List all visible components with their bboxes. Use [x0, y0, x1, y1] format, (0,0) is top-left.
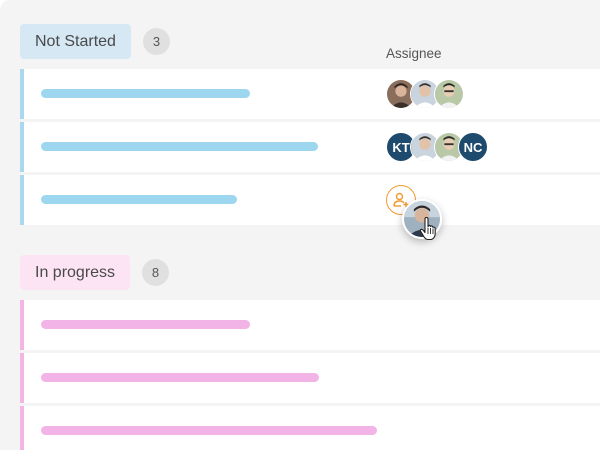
group-label[interactable]: In progress — [20, 255, 131, 290]
task-name-placeholder — [41, 320, 250, 329]
group-label[interactable]: Not Started — [20, 24, 131, 59]
task-row[interactable] — [20, 69, 600, 119]
task-name-placeholder — [41, 142, 318, 151]
group-color-stripe — [20, 69, 24, 119]
group-color-stripe — [20, 406, 24, 450]
task-name-placeholder — [41, 373, 319, 382]
task-row[interactable] — [20, 300, 600, 350]
group-count-badge: 3 — [142, 28, 170, 55]
group-color-stripe — [20, 353, 24, 403]
avatar[interactable] — [434, 79, 464, 109]
group-header-not-started: Not Started 3 — [20, 24, 170, 59]
task-row[interactable]: KT NC — [20, 122, 600, 172]
task-row[interactable] — [20, 406, 600, 450]
group-color-stripe — [20, 300, 24, 350]
group-count-badge: 8 — [142, 259, 170, 286]
group-color-stripe — [20, 122, 24, 172]
task-name-placeholder — [41, 426, 377, 435]
avatar-initials[interactable]: NC — [458, 132, 488, 162]
hand-pointer-icon — [419, 217, 436, 241]
task-name-placeholder — [41, 89, 250, 98]
assignee-column-header[interactable]: Assignee — [386, 46, 442, 61]
task-name-placeholder — [41, 195, 237, 204]
assignee-avatars[interactable]: KT NC — [386, 132, 488, 162]
task-row[interactable] — [20, 353, 600, 403]
assignee-avatars[interactable] — [386, 79, 464, 109]
group-header-in-progress: In progress 8 — [20, 255, 170, 290]
board: Not Started 3 Assignee KT NC In progress… — [0, 0, 600, 450]
task-row[interactable] — [20, 175, 600, 225]
group-color-stripe — [20, 175, 24, 225]
